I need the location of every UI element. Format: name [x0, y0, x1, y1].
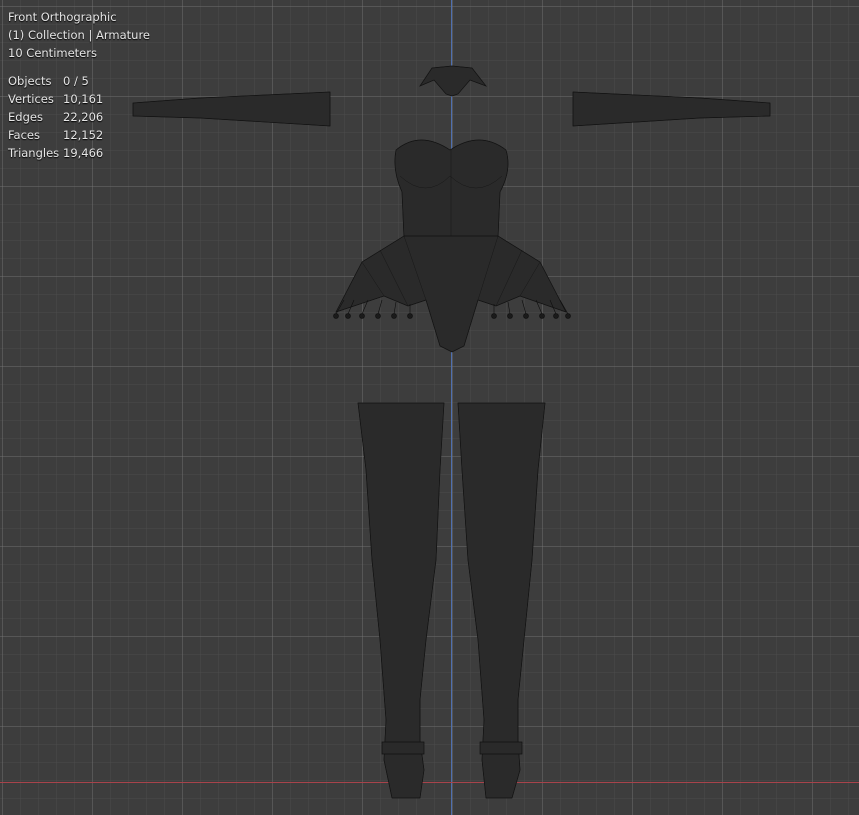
stat-value: 10,161 — [63, 92, 104, 106]
skirt-mesh[interactable] — [335, 235, 567, 353]
stat-label: Objects — [8, 74, 52, 88]
stat-row-objects: Objects 0 / 5 — [8, 72, 150, 90]
left-sleeve-mesh[interactable] — [132, 91, 331, 127]
stat-value: 0 / 5 — [63, 74, 89, 88]
stat-row-vertices: Vertices 10,161 — [8, 90, 150, 108]
collar-mesh[interactable] — [419, 65, 488, 97]
stat-label: Edges — [8, 110, 43, 124]
stat-label: Vertices — [8, 92, 54, 106]
stat-label: Faces — [8, 128, 40, 142]
viewport-text-info: Front Orthographic (1) Collection | Arma… — [8, 8, 150, 162]
corset-mesh[interactable] — [394, 139, 509, 239]
collection-info: (1) Collection | Armature — [8, 28, 151, 42]
scene-statistics: Objects 0 / 5 Vertices 10,161 Edges 22,2… — [8, 72, 150, 162]
stat-value: 12,152 — [63, 128, 104, 142]
right-sleeve-mesh[interactable] — [572, 91, 771, 127]
view-name: Front Orthographic — [8, 10, 117, 24]
stat-row-faces: Faces 12,152 — [8, 126, 150, 144]
left-stocking-mesh[interactable] — [357, 402, 445, 799]
3d-viewport[interactable]: Front Orthographic (1) Collection | Arma… — [0, 0, 859, 815]
scale-info: 10 Centimeters — [8, 46, 97, 60]
right-stocking-mesh[interactable] — [457, 402, 546, 799]
stat-row-triangles: Triangles 19,466 — [8, 144, 150, 162]
stat-label: Triangles — [8, 146, 60, 160]
stat-value: 22,206 — [63, 110, 104, 124]
stat-value: 19,466 — [63, 146, 104, 160]
stat-row-edges: Edges 22,206 — [8, 108, 150, 126]
